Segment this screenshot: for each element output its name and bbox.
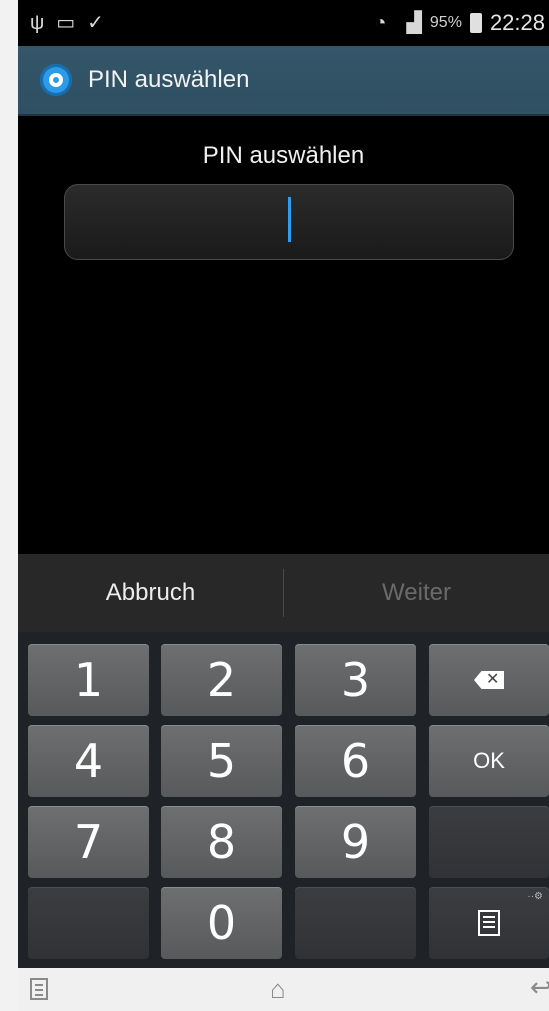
menu-icon[interactable] — [30, 978, 48, 1000]
usb-icon: ψ — [30, 12, 45, 34]
wifi-icon: ◔ — [374, 12, 387, 34]
blank-key-middle — [295, 887, 416, 959]
key-4[interactable]: 4 — [28, 725, 149, 797]
dialog-button-bar: Abbruch Weiter — [18, 554, 549, 632]
status-right: ◔ ▟ 95% 22:28 — [362, 10, 549, 36]
action-bar-title: PIN auswählen — [88, 66, 250, 93]
signal-icon: ▟ — [406, 12, 422, 34]
clipboard-icon — [478, 910, 500, 936]
key-3[interactable]: 3 — [295, 644, 416, 716]
numeric-keypad: 1 2 3 ✕ 4 5 6 OK 7 8 9 0 ··⚙ — [18, 632, 549, 968]
settings-gear-icon[interactable] — [40, 64, 72, 96]
keyboard-icon: ▭ — [56, 12, 76, 34]
clipboard-key[interactable]: ··⚙ — [429, 887, 549, 959]
key-6[interactable]: 6 — [295, 725, 416, 797]
check-mark-icon: ✓ — [87, 12, 104, 34]
blank-key-left — [28, 887, 149, 959]
key-2[interactable]: 2 — [161, 644, 282, 716]
home-icon[interactable]: ⌂ — [270, 974, 286, 1005]
key-8[interactable]: 8 — [161, 806, 282, 878]
status-bar: ψ ▭ ✓ ◔ ▟ 95% 22:28 — [18, 0, 549, 46]
pin-content: PIN auswählen — [18, 116, 549, 554]
text-cursor — [288, 197, 291, 242]
key-7[interactable]: 7 — [28, 806, 149, 878]
clock: 22:28 — [489, 10, 545, 35]
key-9[interactable]: 9 — [295, 806, 416, 878]
key-1[interactable]: 1 — [28, 644, 149, 716]
next-button[interactable]: Weiter — [284, 579, 549, 607]
key-5[interactable]: 5 — [161, 725, 282, 797]
pin-prompt-label: PIN auswählen — [202, 142, 365, 169]
navigation-bar: ⌂ ↩ — [18, 968, 549, 1011]
left-edge — [0, 0, 18, 1011]
cancel-button[interactable]: Abbruch — [18, 579, 283, 607]
keyboard-settings-icon: ··⚙ — [527, 891, 543, 902]
pin-input[interactable] — [64, 184, 514, 260]
battery-percent: 95% — [429, 14, 462, 31]
screen: ψ ▭ ✓ ◔ ▟ 95% 22:28 PIN auswählen PIN au… — [0, 0, 549, 1011]
ok-key-label: OK — [473, 748, 505, 773]
backspace-key[interactable]: ✕ — [429, 644, 549, 716]
back-icon[interactable]: ↩ — [530, 972, 549, 1003]
blank-key-right — [429, 806, 549, 878]
backspace-icon: ✕ — [474, 671, 504, 689]
ok-key[interactable]: OK — [429, 725, 549, 797]
battery-icon — [469, 13, 482, 33]
key-0[interactable]: 0 — [161, 887, 282, 959]
action-bar: PIN auswählen — [18, 46, 549, 116]
